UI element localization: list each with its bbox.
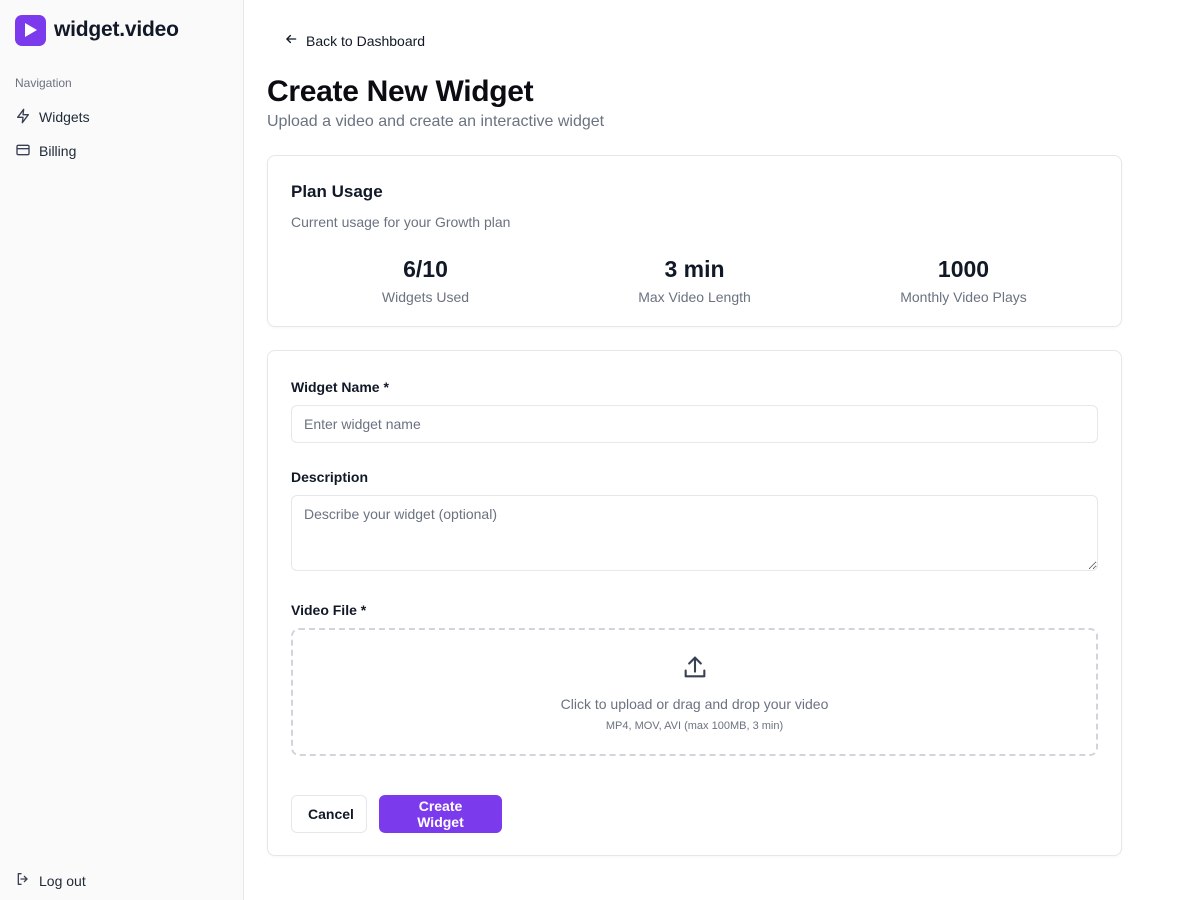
stat-value: 3 min xyxy=(664,256,725,282)
brand-name: widget.video xyxy=(54,18,179,41)
sidebar-item-widgets[interactable]: Widgets xyxy=(15,100,228,134)
stat-max-video-length: 3 min Max Video Length xyxy=(560,256,829,305)
stat-value: 1000 xyxy=(937,256,990,282)
sidebar-item-label: Billing xyxy=(39,143,77,159)
brand[interactable]: widget.video xyxy=(15,14,228,46)
logout-label: Log out xyxy=(39,872,86,889)
page-title: Create New Widget xyxy=(267,75,534,108)
back-link-label: Back to Dashboard xyxy=(306,32,426,49)
upload-text: Click to upload or drag and drop your vi… xyxy=(560,695,829,712)
upload-hint: MP4, MOV, AVI (max 100MB, 3 min) xyxy=(605,719,784,732)
lightning-icon xyxy=(15,108,31,127)
sidebar-item-billing[interactable]: Billing xyxy=(15,134,228,168)
page-subtitle: Upload a video and create an interactive… xyxy=(267,113,605,130)
stat-label: Monthly Video Plays xyxy=(900,289,1027,305)
sidebar-item-label: Widgets xyxy=(39,109,90,125)
play-logo-icon xyxy=(15,14,46,46)
logout-button[interactable]: Log out xyxy=(15,871,86,890)
create-widget-button[interactable]: Create Widget xyxy=(379,795,502,833)
stat-monthly-video-plays: 1000 Monthly Video Plays xyxy=(829,256,1098,305)
app-root: widget.video Navigation Widgets Billing … xyxy=(0,0,1200,900)
sidebar: widget.video Navigation Widgets Billing … xyxy=(0,0,244,900)
arrow-left-icon xyxy=(284,32,298,49)
usage-stats: 6/10 Widgets Used 3 min Max Video Length… xyxy=(291,256,1098,305)
cancel-button[interactable]: Cancel xyxy=(291,795,367,833)
nav-list: Widgets Billing xyxy=(15,100,228,168)
description-textarea[interactable] xyxy=(291,495,1098,571)
back-to-dashboard-link[interactable]: Back to Dashboard xyxy=(284,32,425,49)
widget-name-label: Widget Name * xyxy=(291,379,389,395)
stat-label: Widgets Used xyxy=(381,289,470,305)
stat-value: 6/10 xyxy=(403,256,448,282)
plan-usage-title: Plan Usage xyxy=(291,182,383,201)
stat-label: Max Video Length xyxy=(638,289,751,305)
video-upload-dropzone[interactable]: Click to upload or drag and drop your vi… xyxy=(291,628,1098,756)
credit-card-icon xyxy=(15,142,31,161)
upload-icon xyxy=(681,653,709,686)
plan-usage-card: Plan Usage Current usage for your Growth… xyxy=(267,155,1122,327)
stat-widgets-used: 6/10 Widgets Used xyxy=(291,256,560,305)
nav-heading: Navigation xyxy=(15,76,72,90)
create-widget-form: Widget Name * Description Video File * C… xyxy=(267,350,1122,856)
widget-name-input[interactable] xyxy=(291,405,1098,443)
plan-usage-subtitle: Current usage for your Growth plan xyxy=(291,214,511,230)
logout-icon xyxy=(15,871,31,890)
form-actions: Cancel Create Widget xyxy=(291,795,1098,833)
description-label: Description xyxy=(291,469,369,485)
video-file-label: Video File * xyxy=(291,602,367,618)
main-content: Back to Dashboard Create New Widget Uplo… xyxy=(244,0,1200,900)
